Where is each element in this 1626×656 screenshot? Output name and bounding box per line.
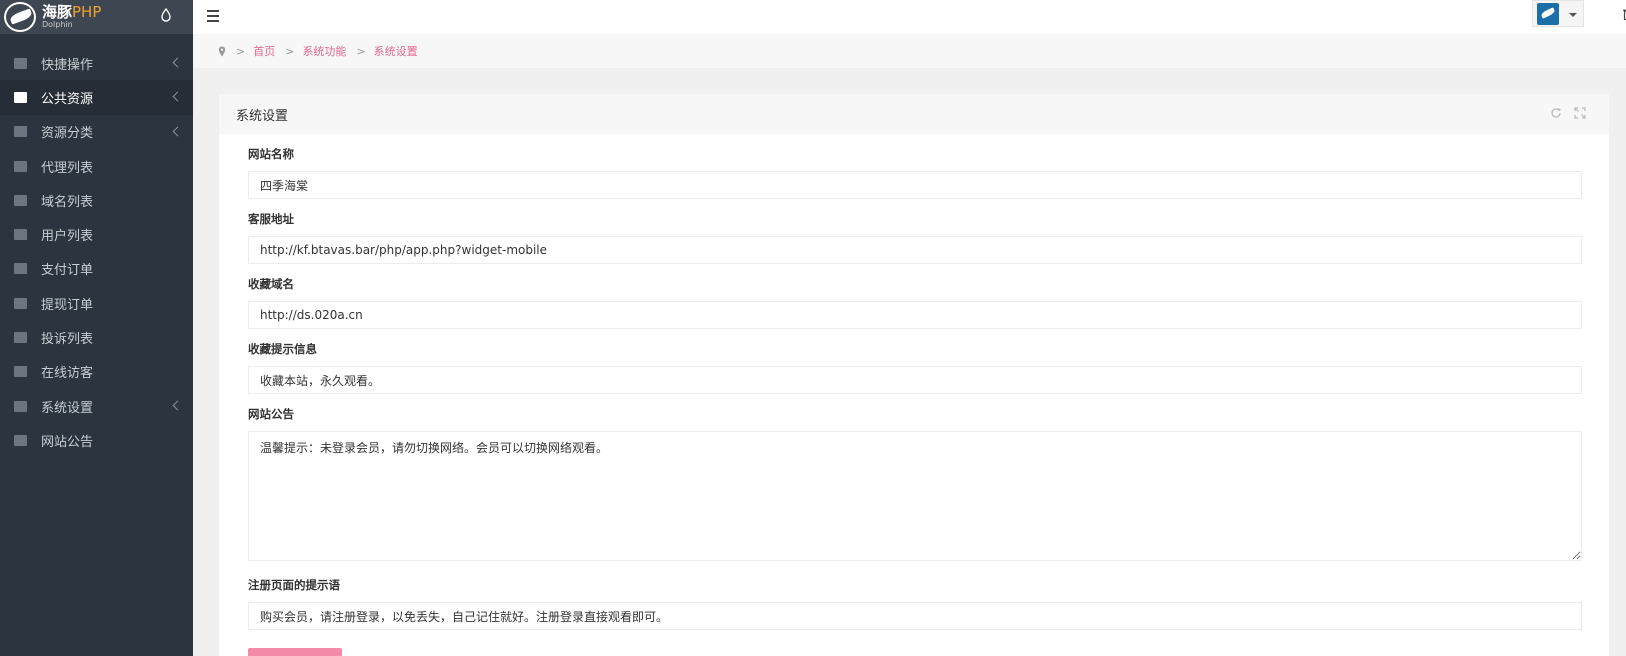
sidebar-nav: 快捷操作公共资源资源分类代理列表域名列表用户列表支付订单提现订单投诉列表在线访客… — [0, 34, 193, 458]
database-icon — [14, 263, 27, 275]
globe-icon — [14, 366, 27, 378]
settings-panel: 系统设置 网站名称 客服地址 收藏域名 收藏提示信息 网站公告 温馨提示：未登录… — [219, 94, 1609, 656]
service-url-input[interactable] — [248, 236, 1582, 264]
brand-sub: Dolphin — [42, 20, 73, 29]
fullscreen-icon[interactable] — [1574, 107, 1586, 119]
avatar — [1537, 3, 1559, 25]
map-pin-icon — [218, 46, 226, 56]
sidebar-item[interactable]: 公共资源 — [0, 80, 193, 115]
chevron-left-icon — [172, 91, 183, 102]
brand-text: 海豚PHP Dolphin — [42, 5, 101, 29]
user-menu-button[interactable] — [1532, 0, 1584, 27]
sidebar-item-label: 系统设置 — [41, 400, 94, 416]
site-name-input[interactable] — [248, 171, 1582, 199]
topbar — [193, 0, 1626, 34]
bookmark-tip-label: 收藏提示信息 — [248, 342, 317, 356]
breadcrumb-separator: > — [236, 44, 246, 58]
sidebar: 海豚PHP Dolphin 快捷操作公共资源资源分类代理列表域名列表用户列表支付… — [0, 0, 193, 656]
sidebar-item-label: 在线访客 — [41, 366, 94, 382]
breadcrumb-separator: > — [356, 44, 366, 58]
sidebar-item[interactable]: 快捷操作 — [0, 46, 193, 80]
bookmark-tip-input[interactable] — [248, 366, 1582, 394]
gear-icon — [14, 400, 27, 412]
breadcrumb-home-link[interactable]: 首页 — [253, 43, 275, 59]
chevron-left-icon — [172, 126, 183, 137]
users-icon — [14, 160, 27, 172]
logo-bar: 海豚PHP Dolphin — [0, 0, 193, 34]
linkedin-icon — [14, 194, 27, 206]
breadcrumb-separator: > — [285, 44, 295, 58]
water-drop-icon[interactable] — [161, 8, 171, 22]
sidebar-item-label: 用户列表 — [41, 229, 94, 245]
bullhorn-icon — [14, 434, 27, 446]
video-camera-icon — [14, 91, 27, 103]
breadcrumb-current[interactable]: 系统设置 — [374, 43, 418, 59]
sidebar-item[interactable]: 在线访客 — [0, 355, 193, 389]
sidebar-item-label: 提现订单 — [41, 297, 94, 313]
sidebar-item-label: 快捷操作 — [41, 57, 94, 73]
panel-header: 系统设置 — [219, 94, 1609, 134]
sidebar-item[interactable]: 资源分类 — [0, 115, 193, 149]
sidebar-item-label: 投诉列表 — [41, 332, 94, 348]
warning-icon — [14, 332, 27, 344]
site-notice-label: 网站公告 — [248, 407, 294, 421]
user-icon — [14, 229, 27, 241]
sidebar-item-label: 资源分类 — [41, 126, 94, 142]
bank-icon — [14, 297, 27, 309]
sidebar-item-label: 公共资源 — [41, 91, 94, 107]
refresh-icon[interactable] — [1550, 107, 1562, 119]
site-notice-textarea[interactable]: 温馨提示：未登录会员，请勿切换网络。会员可以切换网络观看。 — [248, 431, 1582, 561]
sidebar-item[interactable]: 投诉列表 — [0, 320, 193, 354]
register-tip-label: 注册页面的提示语 — [248, 578, 340, 592]
breadcrumb: > 首页 > 系统功能 > 系统设置 — [193, 34, 1626, 68]
sidebar-item-label: 域名列表 — [41, 194, 94, 210]
settings-form: 网站名称 客服地址 收藏域名 收藏提示信息 网站公告 温馨提示：未登录会员，请勿… — [248, 134, 1582, 630]
brand-name: 海豚 — [42, 3, 73, 21]
brand-php: PHP — [72, 3, 102, 21]
sidebar-item-label: 支付订单 — [41, 263, 94, 279]
grid-icon — [14, 126, 27, 138]
sidebar-item[interactable]: 网站公告 — [0, 423, 193, 457]
breadcrumb-system-link[interactable]: 系统功能 — [302, 43, 346, 59]
sidebar-item[interactable]: 支付订单 — [0, 252, 193, 286]
submit-button[interactable] — [248, 648, 342, 656]
sidebar-item-label: 网站公告 — [41, 434, 94, 450]
bookmark-domain-label: 收藏域名 — [248, 277, 294, 291]
register-tip-input[interactable] — [248, 602, 1582, 630]
menu-toggle-icon[interactable] — [207, 10, 219, 22]
sidebar-item[interactable]: 用户列表 — [0, 217, 193, 251]
sidebar-item-label: 代理列表 — [41, 160, 94, 176]
sidebar-item[interactable]: 系统设置 — [0, 389, 193, 423]
panel-title: 系统设置 — [236, 108, 289, 124]
sidebar-item[interactable]: 提现订单 — [0, 286, 193, 320]
folder-icon — [14, 57, 27, 69]
site-name-label: 网站名称 — [248, 147, 294, 161]
chevron-left-icon — [172, 400, 183, 411]
caret-down-icon — [1569, 13, 1577, 17]
chevron-left-icon — [172, 57, 183, 68]
sidebar-item[interactable]: 代理列表 — [0, 149, 193, 183]
bookmark-domain-input[interactable] — [248, 301, 1582, 329]
dolphin-logo — [4, 2, 36, 32]
sidebar-item[interactable]: 域名列表 — [0, 183, 193, 217]
service-url-label: 客服地址 — [248, 212, 294, 226]
